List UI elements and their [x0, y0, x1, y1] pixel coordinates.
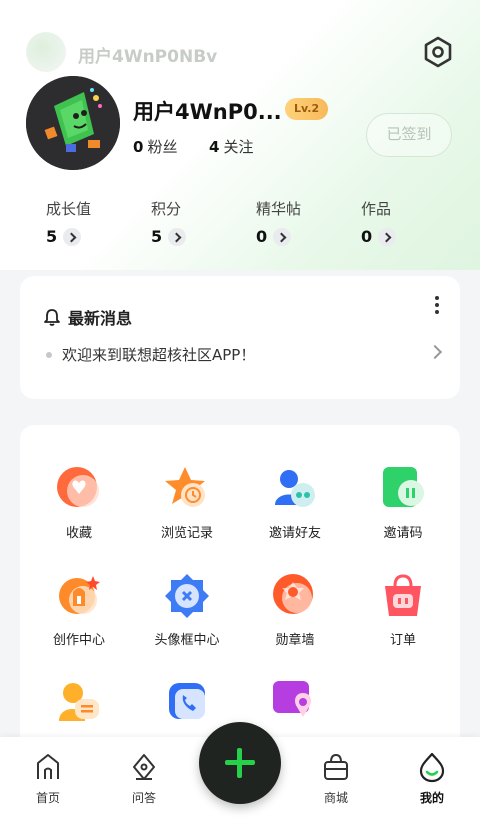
mini-username: 用户4WnP0NBv [78, 47, 218, 67]
invite-friend-icon [271, 465, 319, 513]
news-message: 欢迎来到联想超核社区APP！ [62, 346, 256, 364]
works-item[interactable]: 作品 0 [361, 198, 461, 246]
feedback-icon [55, 677, 103, 725]
tab-mine[interactable]: 我的 [392, 737, 472, 806]
growth-label: 成长值 [46, 200, 92, 218]
top-bar: 用户4WnP0NBv [0, 30, 480, 76]
news-title-text: 最新消息 [68, 309, 133, 328]
tab-mine-label: 我的 [419, 791, 444, 805]
creation-icon [55, 572, 103, 620]
chevron-right-icon [168, 227, 187, 246]
fans-stat[interactable]: 0 粉丝 [133, 138, 177, 156]
shopping-bag-icon [320, 751, 352, 783]
tab-qa-label: 问答 [131, 791, 156, 805]
growth-stats: 成长值 5 积分 5 精华帖 0 作品 0 [0, 198, 480, 258]
home-icon [32, 751, 64, 783]
invite-code-label: 邀请码 [383, 526, 423, 541]
order-bag-icon [379, 572, 427, 620]
invite-friend-label: 邀请好友 [268, 526, 321, 541]
growth-value: 5 [46, 227, 58, 246]
history-icon [163, 465, 211, 513]
medal-wall-label: 勋章墙 [275, 633, 315, 648]
heart-icon [55, 465, 103, 513]
tab-home-label: 首页 [35, 791, 60, 805]
essence-value: 0 [256, 227, 268, 246]
location-icon [271, 677, 319, 725]
growth-item[interactable]: 成长值 5 [46, 198, 146, 246]
tab-mall-label: 商城 [323, 791, 348, 805]
chevron-right-icon[interactable] [427, 344, 443, 360]
checkin-button[interactable]: 已签到 [366, 113, 452, 157]
qa-icon [128, 751, 160, 783]
follow-count: 4 [209, 138, 220, 156]
favorites-item[interactable]: 收藏 [24, 465, 134, 541]
orders-item[interactable]: 订单 [348, 572, 458, 648]
chevron-right-icon [273, 227, 292, 246]
chevron-right-icon [378, 227, 397, 246]
favorites-label: 收藏 [65, 526, 92, 541]
features-card: 收藏 浏览记录 邀请好友 邀请码 创作中心 头像框中心 勋章墙 订单 [20, 425, 460, 755]
phone-icon [163, 677, 211, 725]
settings-icon[interactable] [420, 34, 456, 70]
fans-count: 0 [133, 138, 144, 156]
mini-avatar [26, 32, 66, 72]
invite-code-item[interactable]: 邀请码 [348, 465, 458, 541]
chevron-right-icon [63, 227, 82, 246]
orders-label: 订单 [389, 633, 416, 648]
more-options-icon[interactable] [434, 296, 440, 316]
username: 用户4WnP0... [133, 100, 282, 124]
invite-code-icon [379, 465, 427, 513]
follow-stat[interactable]: 4 关注 [209, 138, 253, 156]
news-title: 最新消息 [42, 305, 132, 329]
avatar-frame-icon [163, 572, 211, 620]
points-value: 5 [151, 227, 163, 246]
creation-center-label: 创作中心 [52, 633, 105, 648]
history-item[interactable]: 浏览记录 [132, 465, 242, 541]
invite-friend-item[interactable]: 邀请好友 [240, 465, 350, 541]
medal-icon [271, 572, 319, 620]
follow-label: 关注 [223, 138, 254, 156]
avatar[interactable] [26, 76, 120, 170]
feedback-item[interactable] [24, 677, 134, 734]
profile-section: 用户4WnP0... Lv.2 0 粉丝 4 关注 已签到 [0, 76, 480, 176]
medal-wall-item[interactable]: 勋章墙 [240, 572, 350, 648]
tab-home[interactable]: 首页 [8, 737, 88, 806]
history-label: 浏览记录 [160, 526, 213, 541]
create-post-button[interactable] [199, 722, 281, 804]
mine-icon [416, 751, 448, 783]
creation-center-item[interactable]: 创作中心 [24, 572, 134, 648]
works-value: 0 [361, 227, 373, 246]
points-label: 积分 [151, 200, 182, 218]
avatar-frame-label: 头像框中心 [154, 633, 220, 648]
points-item[interactable]: 积分 5 [151, 198, 251, 246]
essence-label: 精华帖 [256, 200, 302, 218]
news-item[interactable]: 欢迎来到联想超核社区APP！ [46, 344, 255, 365]
avatar-frame-item[interactable]: 头像框中心 [132, 572, 242, 648]
follow-stats: 0 粉丝 4 关注 [133, 136, 253, 157]
bell-icon [42, 307, 62, 327]
tab-qa[interactable]: 问答 [104, 737, 184, 806]
works-label: 作品 [361, 200, 392, 218]
news-card: 最新消息 欢迎来到联想超核社区APP！ [20, 276, 460, 399]
fans-label: 粉丝 [147, 138, 178, 156]
level-badge: Lv.2 [285, 98, 329, 120]
essence-posts-item[interactable]: 精华帖 0 [256, 198, 356, 246]
tab-mall[interactable]: 商城 [296, 737, 376, 806]
bullet-dot [46, 351, 52, 358]
